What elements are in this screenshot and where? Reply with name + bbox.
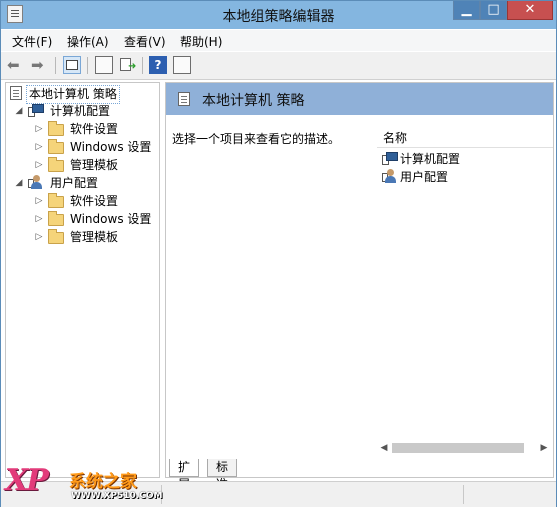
forward-arrow-icon[interactable]: ➡ [31,56,49,74]
menu-action[interactable]: 操作(A) [67,33,109,50]
site-watermark-logo: XP 系统之家 WWW.XP510.COM [5,463,165,507]
user-config-icon [28,175,44,191]
computer-config-icon [28,104,44,118]
console-tree[interactable]: 本地计算机 策略 ◢ 计算机配置 ▷ 软件设置 ▷ Windows 设置 ▷ 管… [5,82,160,478]
menu-file[interactable]: 文件(F) [12,33,52,50]
expand-arrow-icon[interactable]: ▷ [34,139,44,156]
expand-arrow-icon[interactable]: ▷ [34,121,44,138]
tree-item-label: 用户配置 [50,176,99,190]
expand-arrow-icon[interactable]: ▷ [34,193,44,210]
show-hide-console-tree-icon[interactable] [63,56,81,74]
folder-icon [48,121,64,136]
status-divider [463,485,464,504]
description-text: 选择一个项目来查看它的描述。 [172,132,341,146]
expand-arrow-icon[interactable]: ▷ [34,229,44,246]
collapse-arrow-icon[interactable]: ◢ [14,103,24,120]
details-pane[interactable]: 本地计算机 策略 选择一个项目来查看它的描述。 名称 计算机配置 用户配置 ◀ … [165,82,554,478]
folder-icon [48,139,64,154]
properties-icon[interactable] [95,56,113,74]
scroll-right-icon[interactable]: ▶ [538,441,550,455]
details-title: 本地计算机 策略 [202,93,305,109]
main-window: 本地组策略编辑器 ▁ □ ✕ 文件(F) 操作(A) 查看(V) 帮助(H) ⬅… [0,0,557,507]
tree-item-label: 计算机配置 [50,104,111,118]
menu-view[interactable]: 查看(V) [124,33,166,50]
folder-icon [48,157,64,172]
back-arrow-icon[interactable]: ⬅ [7,56,25,74]
expand-arrow-icon[interactable]: ▷ [34,211,44,228]
maximize-button[interactable]: □ [480,1,507,20]
expand-arrow-icon[interactable]: ▷ [34,157,44,174]
watermark-xp-logo: XP [5,463,49,498]
menu-help[interactable]: 帮助(H) [180,33,222,50]
toolbar: ⬅ ➡ ➜ ? [1,52,556,80]
tab-extended[interactable]: 扩展 [169,459,200,491]
menu-bar: 文件(F) 操作(A) 查看(V) 帮助(H) [1,30,556,51]
user-config-icon [382,169,398,185]
folder-icon [48,193,64,208]
close-button[interactable]: ✕ [507,1,553,20]
export-arrow-icon: ➜ [128,61,137,72]
watermark-brand: 系统之家 [69,472,137,492]
tab-standard[interactable]: 标准 [207,459,238,491]
horizontal-scrollbar[interactable]: ◀ ▶ [378,441,552,455]
column-header-label: 名称 [383,131,408,145]
minimize-button[interactable]: ▁ [453,1,480,20]
tree-item-label: 管理模板 [70,230,119,244]
watermark-url: WWW.XP510.COM [71,491,163,501]
tree-item-label: 本地计算机 策略 [26,85,120,104]
export-list-icon[interactable]: ➜ [119,56,137,74]
column-header-name[interactable]: 名称 [377,121,553,148]
tree-item-label: 管理模板 [70,158,119,172]
tree-item-label: 软件设置 [70,122,119,136]
help-icon[interactable]: ? [149,56,167,74]
toolbar-separator [87,57,88,74]
collapse-arrow-icon[interactable]: ◢ [14,175,24,192]
details-header: 本地计算机 策略 [166,83,553,115]
show-action-pane-icon[interactable] [173,56,191,74]
pane-icon [66,60,78,70]
toolbar-separator [142,57,143,74]
tree-item-label: Windows 设置 [70,140,152,154]
tree-item-label: Windows 设置 [70,212,152,226]
title-bar[interactable]: 本地组策略编辑器 ▁ □ ✕ [1,1,556,29]
folder-icon [48,211,64,226]
computer-config-icon [382,152,398,166]
list-item-label: 计算机配置 [400,152,461,166]
folder-icon [48,229,64,244]
toolbar-separator [55,57,56,74]
scroll-thumb[interactable] [392,443,524,453]
tree-item-label: 软件设置 [70,194,119,208]
policy-doc-icon [10,86,22,100]
scroll-left-icon[interactable]: ◀ [378,441,390,455]
policy-doc-icon [178,92,190,106]
list-item-label: 用户配置 [400,170,449,184]
